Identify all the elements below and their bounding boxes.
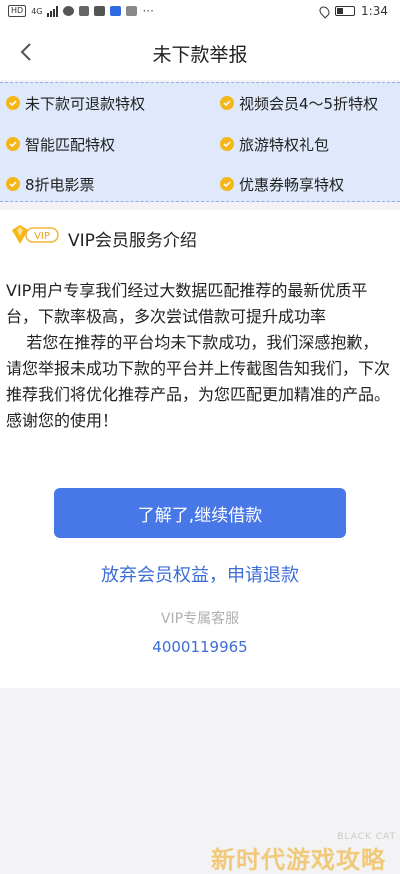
- privilege-item: 优惠券畅享特权: [220, 172, 344, 196]
- nav-bar: 未下款举报: [0, 24, 400, 80]
- privilege-label: 优惠券畅享特权: [239, 175, 345, 194]
- check-icon: [6, 177, 20, 191]
- privilege-label: 8折电影票: [25, 175, 95, 194]
- status-left: HD 4G ···: [8, 4, 154, 18]
- check-icon: [6, 137, 20, 151]
- vip-badge-text: VIP: [34, 231, 50, 242]
- network-type: 4G: [31, 6, 43, 16]
- customer-service-phone[interactable]: 4000119965: [0, 638, 400, 656]
- vip-info-card: VIP VIP会员服务介绍 VIP用户专享我们经过大数据匹配推荐的最新优质平台，…: [0, 210, 400, 688]
- privilege-item: 未下款可退款特权: [6, 91, 145, 115]
- check-icon: [220, 177, 234, 191]
- check-icon: [6, 96, 20, 110]
- watermark-logo: 新时代游戏攻略: [211, 846, 386, 874]
- car-icon: [126, 6, 138, 16]
- check-icon: [220, 96, 234, 110]
- status-time: 1:34: [361, 4, 388, 18]
- privilege-item: 视频会员4～5折特权: [220, 91, 378, 115]
- card-title: VIP会员服务介绍: [68, 231, 197, 251]
- privilege-label: 旅游特权礼包: [239, 135, 330, 154]
- hd-badge: HD: [8, 5, 27, 17]
- privilege-item: 智能匹配特权: [6, 132, 115, 156]
- chat-bubble-icon: [63, 6, 75, 16]
- privilege-label: 视频会员4～5折特权: [239, 94, 379, 113]
- status-right: 1:34: [317, 3, 388, 19]
- continue-borrow-button[interactable]: 了解了,继续借款: [54, 488, 346, 538]
- privilege-label: 智能匹配特权: [25, 135, 116, 154]
- privilege-item: 8折电影票: [6, 172, 95, 196]
- check-icon: [220, 137, 234, 151]
- more-dots-icon: ···: [142, 4, 154, 18]
- signal-icon: [47, 5, 59, 17]
- customer-service-label: VIP专属客服: [160, 611, 240, 627]
- privilege-label: 未下款可退款特权: [25, 94, 146, 113]
- page-title: 未下款举报: [152, 44, 248, 66]
- battery-icon: [335, 6, 356, 16]
- briefcase-icon: [94, 6, 106, 16]
- paw-icon: [79, 6, 90, 16]
- status-bar: HD 4G ··· 1:34: [0, 0, 400, 24]
- location-icon: [317, 3, 332, 19]
- apply-refund-link[interactable]: 放弃会员权益，申请退款: [0, 561, 400, 587]
- vip-badge-icon: VIP: [12, 225, 59, 244]
- app-notification-icon: [110, 6, 122, 16]
- card-body-text: VIP用户专享我们经过大数据匹配推荐的最新优质平台，下款率极高，多次尝试借款可提…: [6, 281, 391, 430]
- privileges-panel: 未下款可退款特权 视频会员4～5折特权 智能匹配特权 旅游特权礼包 8折电影票 …: [0, 82, 400, 202]
- privilege-item: 旅游特权礼包: [220, 132, 329, 156]
